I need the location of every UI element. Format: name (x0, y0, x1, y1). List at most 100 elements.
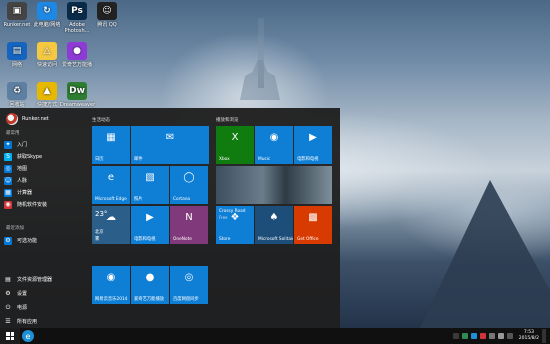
tray-security-icon[interactable] (461, 333, 468, 339)
tile-solitaire[interactable]: ♠ Microsoft Solitaire Collection (255, 206, 293, 244)
bottom-menu-label: 文件资源管理器 (17, 277, 53, 283)
desktop-icon[interactable]: ☺ 腾讯 QQ (90, 2, 124, 28)
tile-label: 照片 (134, 197, 143, 202)
menu-item-icon: ◎ (4, 164, 12, 173)
tray-network-icon[interactable] (488, 333, 495, 339)
tile-onenote[interactable]: N OneNote (170, 206, 208, 244)
menu-item[interactable]: ✦ 入门 (4, 139, 80, 150)
bottom-menu-icon: ⏻ (5, 303, 11, 311)
desktop-icon[interactable]: Dw Dreamweaver (60, 82, 95, 108)
tile-calendar[interactable]: ▦ 日历 (92, 126, 130, 164)
desktop-app-icon: ▣ (7, 2, 27, 20)
tile-movies-tv[interactable]: ▶ 电影和电视 (294, 126, 332, 164)
tile-label: OneNote (173, 237, 192, 242)
tile-label: 电影和电视 (297, 157, 319, 162)
tile-weather[interactable]: ☁ 雾 23° 北京 (92, 206, 130, 244)
bottom-menu-item[interactable]: ☰ 所有应用 (4, 316, 80, 327)
tile-store[interactable]: ❖ Store Crossy Road Free (216, 206, 254, 244)
menu-item[interactable]: ◉ 随机软件安装 (4, 199, 80, 210)
desktop-icon[interactable]: ▤ 网络 (0, 42, 34, 68)
tile-label: 百度网盘同步 (173, 297, 199, 302)
tile-xbox[interactable]: X Xbox (216, 126, 254, 164)
desktop-app-icon: △ (37, 42, 57, 60)
desktop-icon[interactable]: ▲ 快捷方式 (30, 82, 64, 108)
tile-movies[interactable]: ▶ 电影和电视 (131, 206, 169, 244)
tile-mail[interactable]: ✉ 邮件 (131, 126, 209, 164)
desktop-app-icon: ▲ (37, 82, 57, 100)
clock[interactable]: 7:53 2015/8/2 (519, 330, 539, 342)
user-name: Runker.net (22, 116, 49, 122)
tile-get-office[interactable]: ▩ Get Office (294, 206, 332, 244)
show-desktop-button[interactable] (542, 329, 546, 343)
start-button[interactable] (0, 328, 20, 344)
tile-icon: N (185, 212, 193, 223)
tile-baidu-sync[interactable]: ◎ 百度网盘同步 (170, 266, 208, 304)
bottom-menu-item[interactable]: ⏻ 电源 (4, 302, 80, 313)
tile-icon: ✉ (165, 132, 175, 143)
clock-date: 2015/8/2 (518, 336, 539, 341)
tile-icon: ♠ (269, 212, 279, 223)
desktop-icon[interactable]: ● 爱奇艺万能播 (60, 42, 94, 68)
menu-item-icon: ▦ (4, 188, 12, 197)
bottom-menu-label: 所有应用 (17, 319, 38, 325)
bottom-menu-item[interactable]: ▤ 文件资源管理器 (4, 274, 80, 285)
tile-icon: ▶ (309, 132, 317, 143)
tile-cortana[interactable]: ◯ Cortana (170, 166, 208, 204)
tile-netease-music[interactable]: ◉ 网易云音乐2014 (92, 266, 130, 304)
tile-icon: ◉ (269, 132, 279, 143)
desktop-icon[interactable]: △ 快速访问 (30, 42, 64, 68)
desktop-icon-label: 爱奇艺万能播 (61, 62, 92, 68)
tray-input-icon[interactable] (506, 333, 513, 339)
start-menu-left-column: Runker.net 最常用 ✦ 入门 S 获取Skype ◎ 地图 ☺ 人脉 ▦ 计算器 ◉ 随机软… (0, 108, 84, 328)
tile-icon: ● (145, 272, 155, 283)
tile-iqiyi[interactable]: ● 爱奇艺万能播放 (131, 266, 169, 304)
tile-icon: ◉ (106, 272, 116, 283)
tile-label: 爱奇艺万能播放 (134, 297, 165, 302)
bottom-menu-icon: ⚙ (5, 290, 11, 297)
tile-icon: ▧ (145, 172, 155, 183)
tile-label: Cortana (173, 197, 191, 202)
tray-volume-icon[interactable] (497, 333, 504, 339)
tile-icon: ▩ (308, 212, 318, 223)
tile-edge[interactable]: e Microsoft Edge (92, 166, 130, 204)
bottom-menu-label: 设置 (17, 291, 28, 297)
tile-icon: ▶ (146, 212, 154, 223)
desktop-app-icon: ↻ (37, 2, 57, 20)
start-menu: Runker.net 最常用 ✦ 入门 S 获取Skype ◎ 地图 ☺ 人脉 ▦ 计算器 ◉ 随机软… (0, 108, 340, 328)
menu-item-label: 随机软件安装 (17, 202, 48, 208)
menu-item-icon: ☺ (4, 176, 12, 185)
desktop-icon-label: 此电脑/网络 (33, 22, 61, 28)
desktop-icon[interactable]: Ps Adobe Photosh... (60, 2, 94, 34)
weather-temperature: 23° (95, 210, 108, 218)
menu-item[interactable]: ⚙ 可选功能 (4, 235, 80, 246)
taskbar-ie-icon[interactable]: e (22, 330, 34, 342)
desktop-icon[interactable]: ▣ Runker.net (0, 2, 34, 28)
bottom-menu-item[interactable]: ⚙ 设置 (4, 288, 80, 299)
system-tray: 7:53 2015/8/2 (452, 328, 546, 344)
store-app-title: Crossy Road (219, 209, 246, 214)
bottom-menu-label: 电源 (17, 305, 28, 311)
tray-app-icon[interactable] (479, 333, 486, 339)
tile-label: Store (219, 237, 231, 242)
menu-item-icon: ⚙ (4, 236, 12, 245)
desktop-icon[interactable]: ♻ 回收站 (0, 82, 34, 108)
menu-item[interactable]: ☺ 人脉 (4, 175, 80, 186)
tile-photos[interactable]: ▧ 照片 (131, 166, 169, 204)
wallpaper-castle (240, 60, 280, 100)
tray-chevron-icon[interactable] (452, 333, 459, 339)
menu-item[interactable]: S 获取Skype (4, 151, 80, 162)
tile-music[interactable]: ◉ Music (255, 126, 293, 164)
tray-qq-icon[interactable] (470, 333, 477, 339)
most-used-heading: 最常用 (6, 131, 20, 136)
windows-logo-icon (6, 332, 14, 340)
tile-label: 网易云音乐2014 (95, 297, 128, 302)
bottom-menu-icon: ☰ (5, 318, 11, 325)
menu-item[interactable]: ◎ 地图 (4, 163, 80, 174)
tile-photo-preview[interactable] (216, 166, 332, 204)
desktop-app-icon: ▤ (7, 42, 27, 60)
tile-icon: X (231, 132, 239, 143)
menu-item[interactable]: ▦ 计算器 (4, 187, 80, 198)
user-account[interactable]: Runker.net (6, 113, 49, 125)
desktop-app-icon: Ps (67, 2, 87, 20)
desktop-icon[interactable]: ↻ 此电脑/网络 (30, 2, 64, 28)
